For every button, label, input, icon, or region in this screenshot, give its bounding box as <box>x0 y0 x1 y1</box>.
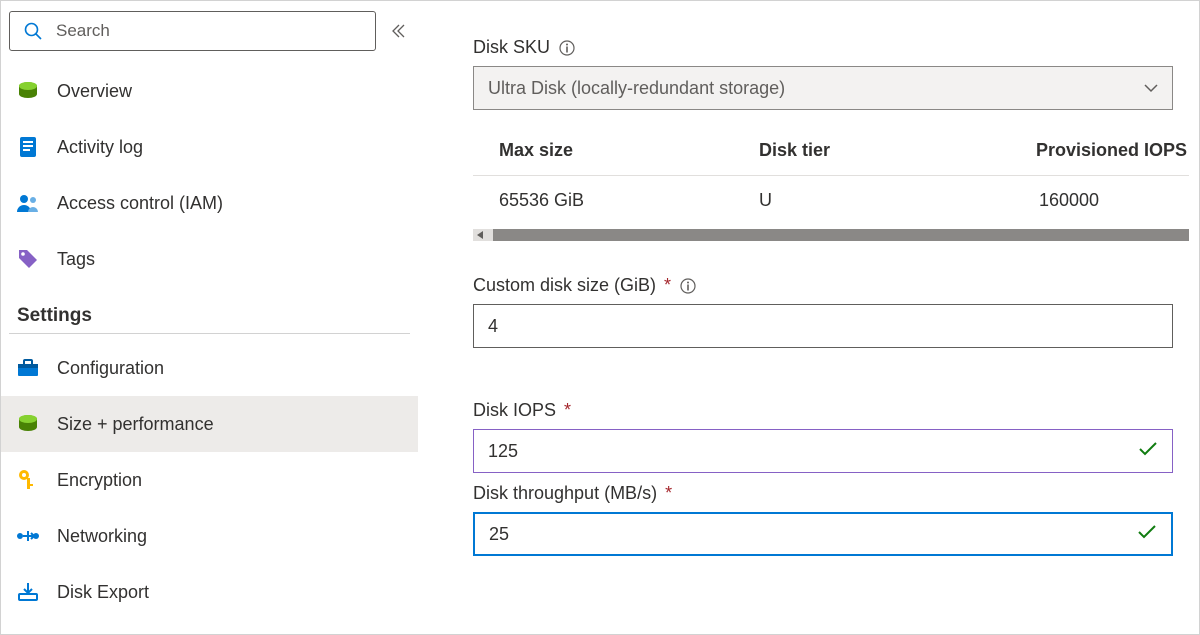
sidebar-item-label: Configuration <box>57 358 164 379</box>
iops-label: Disk IOPS <box>473 400 556 421</box>
settings-header: Settings <box>9 287 410 334</box>
check-icon <box>1138 440 1158 463</box>
tag-icon <box>15 246 41 272</box>
disk-throughput-field[interactable] <box>489 524 1137 545</box>
col-max-size: Max size <box>499 140 759 161</box>
sidebar-item-label: Overview <box>57 81 132 102</box>
log-icon <box>15 134 41 160</box>
scroll-left-icon[interactable] <box>473 229 487 241</box>
sidebar-item-label: Encryption <box>57 470 142 491</box>
disk-sku-value: Ultra Disk (locally-redundant storage) <box>488 78 785 99</box>
disk-iops-field[interactable] <box>488 441 1138 462</box>
disk-sku-label: Disk SKU <box>473 37 550 58</box>
toolbox-icon <box>15 355 41 381</box>
info-icon[interactable] <box>679 277 697 295</box>
collapse-sidebar-button[interactable] <box>386 23 410 39</box>
check-icon <box>1137 523 1157 546</box>
table-row[interactable]: 65536 GiB U 160000 <box>473 176 1189 225</box>
disk-icon <box>15 411 41 437</box>
sidebar-item-tags[interactable]: Tags <box>1 231 418 287</box>
sidebar-item-networking[interactable]: Networking <box>1 508 418 564</box>
horizontal-scrollbar[interactable] <box>473 229 1189 241</box>
disk-iops-input[interactable] <box>473 429 1173 473</box>
disk-sku-select[interactable]: Ultra Disk (locally-redundant storage) <box>473 66 1173 110</box>
custom-disk-size-input[interactable] <box>473 304 1173 348</box>
export-icon <box>15 579 41 605</box>
custom-disk-size-field[interactable] <box>488 316 1158 337</box>
custom-size-label: Custom disk size (GiB) <box>473 275 656 296</box>
people-icon <box>15 190 41 216</box>
table-header: Max size Disk tier Provisioned IOPS <box>473 126 1189 176</box>
col-provisioned-iops: Provisioned IOPS <box>1009 140 1189 161</box>
throughput-label: Disk throughput (MB/s) <box>473 483 657 504</box>
sidebar-item-encryption[interactable]: Encryption <box>1 452 418 508</box>
sidebar-item-disk-export[interactable]: Disk Export <box>1 564 418 620</box>
sidebar-item-access-control[interactable]: Access control (IAM) <box>1 175 418 231</box>
cell-max-size: 65536 GiB <box>499 190 759 211</box>
required-marker: * <box>664 275 671 296</box>
disk-sku-label-row: Disk SKU <box>473 37 1199 58</box>
required-marker: * <box>564 400 571 421</box>
required-marker: * <box>665 483 672 504</box>
throughput-label-row: Disk throughput (MB/s) * <box>473 483 1199 504</box>
sidebar: Overview Activity log Access control (IA… <box>1 1 419 634</box>
sidebar-item-label: Size + performance <box>57 414 214 435</box>
sidebar-item-label: Tags <box>57 249 95 270</box>
sidebar-item-activity-log[interactable]: Activity log <box>1 119 418 175</box>
sidebar-item-label: Access control (IAM) <box>57 193 223 214</box>
col-disk-tier: Disk tier <box>759 140 1009 161</box>
info-icon[interactable] <box>558 39 576 57</box>
iops-label-row: Disk IOPS * <box>473 400 1199 421</box>
network-icon <box>15 523 41 549</box>
sidebar-item-label: Disk Export <box>57 582 149 603</box>
sidebar-item-size-performance[interactable]: Size + performance <box>1 396 418 452</box>
sku-table: Max size Disk tier Provisioned IOPS 6553… <box>473 126 1189 225</box>
search-row <box>1 11 418 51</box>
custom-size-label-row: Custom disk size (GiB) * <box>473 275 1199 296</box>
disk-throughput-input[interactable] <box>473 512 1173 556</box>
search-box[interactable] <box>9 11 376 51</box>
cell-provisioned-iops: 160000 <box>1009 190 1189 211</box>
scrollbar-thumb[interactable] <box>493 229 1189 241</box>
chevron-down-icon <box>1144 78 1158 99</box>
search-icon <box>20 18 46 44</box>
search-input[interactable] <box>56 21 365 41</box>
disk-icon <box>15 78 41 104</box>
main-panel: Disk SKU Ultra Disk (locally-redundant s… <box>419 1 1199 634</box>
sidebar-item-configuration[interactable]: Configuration <box>1 340 418 396</box>
key-icon <box>15 467 41 493</box>
sidebar-item-label: Networking <box>57 526 147 547</box>
sidebar-item-overview[interactable]: Overview <box>1 63 418 119</box>
sidebar-item-label: Activity log <box>57 137 143 158</box>
cell-disk-tier: U <box>759 190 1009 211</box>
